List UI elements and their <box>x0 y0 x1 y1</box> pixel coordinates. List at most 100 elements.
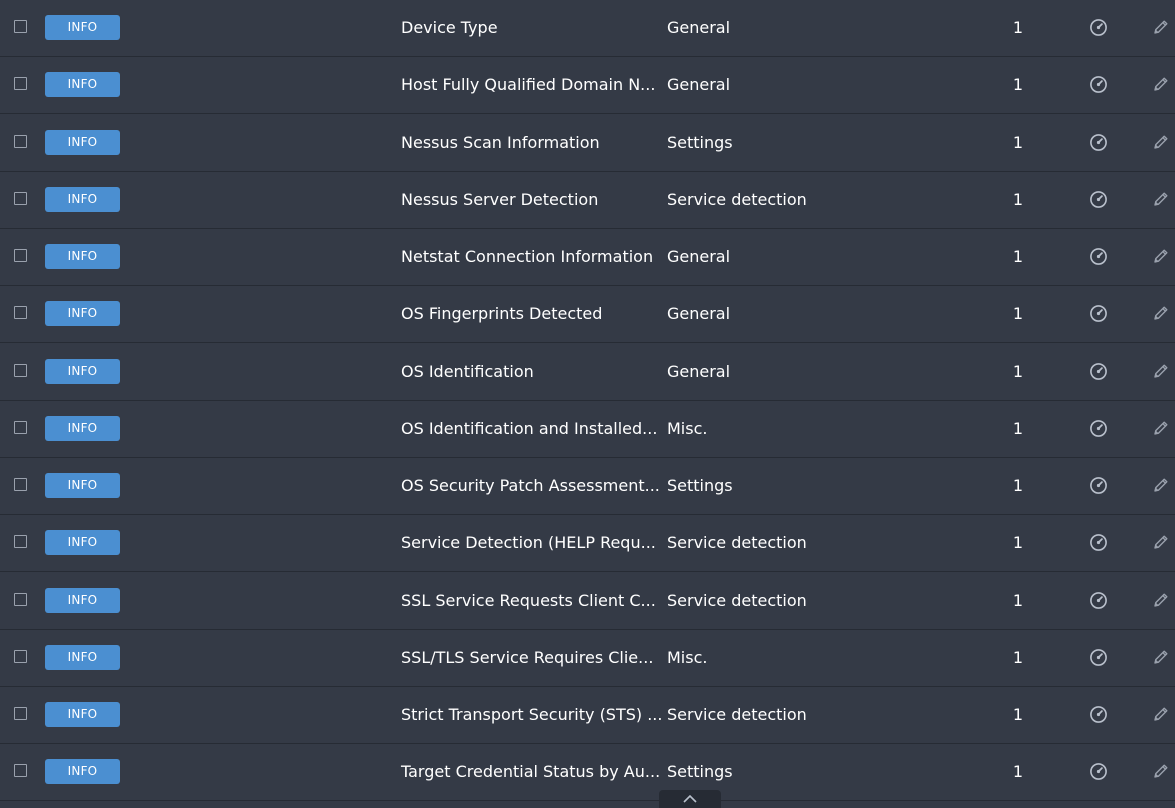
pencil-icon[interactable] <box>1153 19 1169 35</box>
gauge-icon[interactable] <box>1089 533 1108 552</box>
plugin-name[interactable]: Strict Transport Security (STS) ... <box>401 687 662 742</box>
table-row[interactable]: INFO Netstat Connection Information Gene… <box>0 229 1175 286</box>
pencil-icon[interactable] <box>1153 248 1169 264</box>
plugin-family: General <box>667 18 731 37</box>
gauge-icon[interactable] <box>1089 648 1108 667</box>
pencil-icon[interactable] <box>1153 305 1169 321</box>
table-row[interactable]: INFO Target Credential Status by Au... S… <box>0 744 1175 801</box>
table-row[interactable]: INFO Strict Transport Security (STS) ...… <box>0 687 1175 744</box>
plugin-family: General <box>667 362 731 381</box>
table-row[interactable]: INFO Nessus Scan Information Settings 1 <box>0 115 1175 172</box>
plugin-name[interactable]: Netstat Connection Information <box>401 229 653 284</box>
gauge-icon[interactable] <box>1089 304 1108 323</box>
plugin-name[interactable]: Nessus Scan Information <box>401 115 600 170</box>
host-count: 1 <box>1012 304 1024 323</box>
row-checkbox[interactable] <box>14 77 27 90</box>
severity-badge: INFO <box>45 759 120 784</box>
plugin-family: General <box>667 75 731 94</box>
severity-badge: INFO <box>45 130 120 155</box>
row-checkbox[interactable] <box>14 650 27 663</box>
plugin-name[interactable]: OS Security Patch Assessment... <box>401 458 660 513</box>
row-checkbox[interactable] <box>14 249 27 262</box>
gauge-icon[interactable] <box>1089 75 1108 94</box>
row-checkbox[interactable] <box>14 593 27 606</box>
gauge-icon[interactable] <box>1089 18 1108 37</box>
table-row[interactable]: INFO Nessus Server Detection Service det… <box>0 172 1175 229</box>
host-count: 1 <box>1012 247 1024 266</box>
table-row[interactable]: INFO OS Identification General 1 <box>0 344 1175 401</box>
table-row[interactable]: INFO OS Security Patch Assessment... Set… <box>0 458 1175 515</box>
severity-badge: INFO <box>45 416 120 441</box>
row-checkbox[interactable] <box>14 707 27 720</box>
chevron-up-icon <box>683 795 697 803</box>
gauge-icon[interactable] <box>1089 591 1108 610</box>
host-count: 1 <box>1012 75 1024 94</box>
plugin-name[interactable]: Host Fully Qualified Domain N... <box>401 57 655 112</box>
plugin-name[interactable]: OS Fingerprints Detected <box>401 286 602 341</box>
pencil-icon[interactable] <box>1153 134 1169 150</box>
pencil-icon[interactable] <box>1153 420 1169 436</box>
pencil-icon[interactable] <box>1153 763 1169 779</box>
gauge-icon[interactable] <box>1089 190 1108 209</box>
row-checkbox[interactable] <box>14 20 27 33</box>
gauge-icon[interactable] <box>1089 133 1108 152</box>
plugin-name[interactable]: Service Detection (HELP Requ... <box>401 515 656 570</box>
scroll-to-top-button[interactable] <box>659 790 721 808</box>
plugin-name[interactable]: Device Type <box>401 0 498 55</box>
plugin-name[interactable]: Target Credential Status by Au... <box>401 744 660 799</box>
plugin-family: General <box>667 304 731 323</box>
severity-badge: INFO <box>45 473 120 498</box>
table-row[interactable]: INFO OS Identification and Installed... … <box>0 401 1175 458</box>
row-checkbox[interactable] <box>14 192 27 205</box>
plugin-name[interactable]: Nessus Server Detection <box>401 172 598 227</box>
row-checkbox[interactable] <box>14 135 27 148</box>
gauge-icon[interactable] <box>1089 247 1108 266</box>
host-count: 1 <box>1012 591 1024 610</box>
host-count: 1 <box>1012 362 1024 381</box>
plugin-family: Service detection <box>667 190 807 209</box>
pencil-icon[interactable] <box>1153 477 1169 493</box>
pencil-icon[interactable] <box>1153 363 1169 379</box>
severity-badge: INFO <box>45 301 120 326</box>
table-row[interactable]: INFO Device Type General 1 <box>0 0 1175 57</box>
table-row[interactable]: INFO SSL/TLS Service Requires Clie... Mi… <box>0 630 1175 687</box>
row-checkbox[interactable] <box>14 364 27 377</box>
severity-badge: INFO <box>45 588 120 613</box>
row-checkbox[interactable] <box>14 478 27 491</box>
row-checkbox[interactable] <box>14 535 27 548</box>
pencil-icon[interactable] <box>1153 592 1169 608</box>
row-checkbox[interactable] <box>14 764 27 777</box>
gauge-icon[interactable] <box>1089 362 1108 381</box>
severity-badge: INFO <box>45 187 120 212</box>
plugin-family: Misc. <box>667 419 708 438</box>
table-row[interactable]: INFO SSL Service Requests Client C... Se… <box>0 573 1175 630</box>
pencil-icon[interactable] <box>1153 76 1169 92</box>
vulnerabilities-table: INFO Device Type General 1 INFO Host Ful… <box>0 0 1175 808</box>
pencil-icon[interactable] <box>1153 191 1169 207</box>
gauge-icon[interactable] <box>1089 762 1108 781</box>
pencil-icon[interactable] <box>1153 649 1169 665</box>
plugin-name[interactable]: SSL/TLS Service Requires Clie... <box>401 630 653 685</box>
table-row[interactable]: INFO Service Detection (HELP Requ... Ser… <box>0 515 1175 572</box>
row-checkbox[interactable] <box>14 306 27 319</box>
gauge-icon[interactable] <box>1089 419 1108 438</box>
plugin-name[interactable]: SSL Service Requests Client C... <box>401 573 656 628</box>
table-row[interactable]: INFO OS Fingerprints Detected General 1 <box>0 286 1175 343</box>
row-checkbox[interactable] <box>14 421 27 434</box>
host-count: 1 <box>1012 648 1024 667</box>
plugin-family: Settings <box>667 476 733 495</box>
plugin-family: Misc. <box>667 648 708 667</box>
pencil-icon[interactable] <box>1153 706 1169 722</box>
gauge-icon[interactable] <box>1089 476 1108 495</box>
table-row[interactable]: INFO Host Fully Qualified Domain N... Ge… <box>0 57 1175 114</box>
plugin-name[interactable]: OS Identification and Installed... <box>401 401 657 456</box>
plugin-family: Service detection <box>667 533 807 552</box>
severity-badge: INFO <box>45 645 120 670</box>
plugin-family: General <box>667 247 731 266</box>
host-count: 1 <box>1012 476 1024 495</box>
plugin-name[interactable]: OS Identification <box>401 344 534 399</box>
plugin-family: Settings <box>667 133 733 152</box>
gauge-icon[interactable] <box>1089 705 1108 724</box>
pencil-icon[interactable] <box>1153 534 1169 550</box>
host-count: 1 <box>1012 705 1024 724</box>
